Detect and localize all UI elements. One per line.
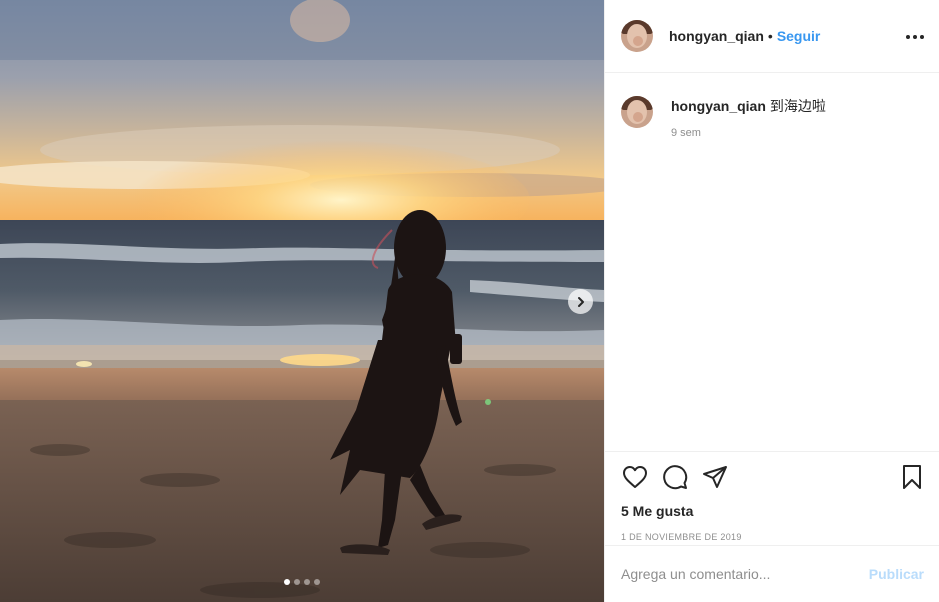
likes-count-link[interactable]: 5 Me gusta <box>621 503 939 519</box>
avatar-hand <box>633 36 643 46</box>
carousel-dot-active <box>284 579 290 585</box>
header-separator: • <box>767 28 773 44</box>
avatar[interactable] <box>621 20 653 52</box>
follow-button[interactable]: Seguir <box>777 28 821 44</box>
comment-button[interactable] <box>661 463 689 491</box>
post-header: hongyan_qian • Seguir <box>605 0 939 73</box>
more-options-button[interactable] <box>906 29 924 45</box>
post-dialog: hongyan_qian • Seguir hongyan_qian 到海边啦 9… <box>0 0 939 602</box>
beach-sunset-photo <box>0 0 604 602</box>
share-button[interactable] <box>701 463 729 491</box>
caption-text: 到海边啦 <box>769 98 826 114</box>
post-actions: 5 Me gusta 1 DE NOVIEMBRE DE 2019 <box>605 451 939 542</box>
caption-avatar[interactable] <box>621 96 653 128</box>
carousel-next-button[interactable] <box>568 289 593 314</box>
comment-bubble-icon <box>663 465 688 490</box>
carousel-dot <box>314 579 320 585</box>
header-username-link[interactable]: hongyan_qian <box>669 28 764 44</box>
carousel-dot <box>294 579 300 585</box>
more-horizontal-icon <box>913 35 917 39</box>
save-button[interactable] <box>898 463 926 491</box>
carousel-indicator <box>0 579 604 585</box>
avatar-hand <box>633 112 643 122</box>
like-button[interactable] <box>621 463 649 491</box>
post-side-panel: hongyan_qian • Seguir hongyan_qian 到海边啦 9… <box>604 0 939 602</box>
heart-icon <box>623 466 647 488</box>
comment-form: Publicar <box>605 545 939 602</box>
caption-body: hongyan_qian 到海边啦 9 sem <box>671 96 826 139</box>
paper-plane-icon <box>703 466 727 488</box>
carousel-dot <box>304 579 310 585</box>
more-horizontal-icon <box>906 35 910 39</box>
caption-line: hongyan_qian 到海边啦 <box>671 97 826 115</box>
post-photo[interactable] <box>0 0 604 602</box>
more-horizontal-icon <box>920 35 924 39</box>
action-icons-row <box>621 452 939 502</box>
comment-input[interactable] <box>621 566 869 582</box>
publish-button[interactable]: Publicar <box>869 566 924 582</box>
chevron-right-icon <box>577 296 584 307</box>
caption-username-link[interactable]: hongyan_qian <box>671 98 766 114</box>
bookmark-icon <box>903 465 921 489</box>
caption-timestamp[interactable]: 9 sem <box>671 127 826 139</box>
post-date[interactable]: 1 DE NOVIEMBRE DE 2019 <box>621 532 939 542</box>
post-caption: hongyan_qian 到海边啦 9 sem <box>621 96 921 139</box>
